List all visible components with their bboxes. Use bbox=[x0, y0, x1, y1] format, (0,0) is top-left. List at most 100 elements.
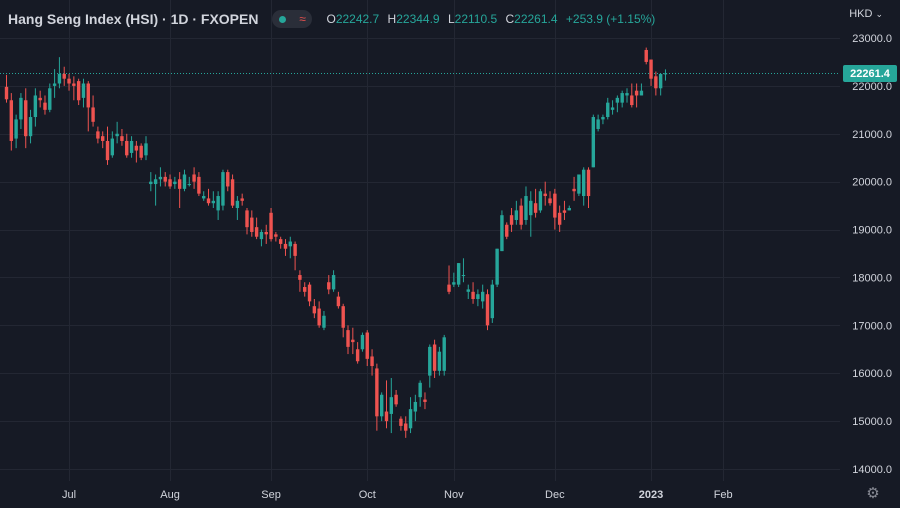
open-value: O22242.7 bbox=[326, 12, 380, 26]
candle bbox=[625, 88, 629, 103]
currency-selector[interactable]: HKD ⌄ bbox=[849, 8, 883, 20]
time-tick-label: Feb bbox=[714, 489, 733, 501]
candle bbox=[437, 346, 442, 376]
candle bbox=[336, 291, 341, 309]
candle bbox=[81, 78, 86, 108]
candle bbox=[596, 114, 600, 132]
candle bbox=[230, 174, 235, 209]
candle bbox=[129, 136, 134, 158]
candle bbox=[110, 131, 115, 158]
last-price-tag: 22261.4 bbox=[843, 65, 897, 82]
candle bbox=[639, 83, 644, 96]
candle bbox=[654, 71, 658, 96]
candle bbox=[620, 90, 624, 108]
candle bbox=[466, 284, 470, 299]
candlestick-chart[interactable]: 14000.0 15000.0 16000.0 17000.0 18000.0 19000… bbox=[0, 0, 900, 508]
candle bbox=[360, 332, 365, 352]
candle bbox=[630, 83, 634, 108]
candle bbox=[553, 188, 557, 230]
candle bbox=[202, 191, 206, 201]
candle bbox=[288, 236, 292, 259]
high-value: H22344.9 bbox=[387, 12, 440, 26]
candle bbox=[235, 196, 240, 220]
price-tick-label: 18000.0 bbox=[852, 272, 892, 284]
candle bbox=[428, 344, 432, 388]
candle bbox=[610, 100, 615, 115]
candle bbox=[187, 176, 191, 187]
candle bbox=[312, 298, 317, 319]
wave-icon: ≈ bbox=[299, 12, 306, 26]
price-tick-label: 22000.0 bbox=[852, 81, 892, 93]
candle bbox=[24, 88, 28, 149]
candle bbox=[52, 69, 57, 98]
close-value: C22261.4 bbox=[505, 12, 558, 26]
candle bbox=[577, 174, 581, 197]
candle bbox=[480, 284, 485, 309]
time-tick-label: 2023 bbox=[639, 489, 663, 501]
candle bbox=[144, 136, 148, 161]
candle bbox=[293, 241, 297, 271]
candle bbox=[524, 186, 528, 225]
candle bbox=[341, 303, 345, 338]
candle bbox=[485, 289, 490, 331]
price-axis: 14000.0 15000.0 16000.0 17000.0 18000.0 19000… bbox=[852, 33, 892, 476]
candle bbox=[283, 239, 288, 256]
candle bbox=[384, 380, 389, 429]
candle bbox=[269, 208, 273, 242]
candle bbox=[548, 191, 552, 206]
candle bbox=[317, 301, 321, 328]
candle bbox=[259, 229, 264, 247]
candle bbox=[307, 282, 312, 307]
time-tick-label: Sep bbox=[261, 489, 281, 501]
candle bbox=[601, 114, 605, 125]
candle bbox=[423, 392, 427, 410]
candle bbox=[533, 188, 538, 218]
indicator-toggle[interactable]: ≈ bbox=[272, 10, 313, 28]
candle bbox=[226, 169, 230, 192]
price-tick-label: 19000.0 bbox=[852, 225, 892, 237]
chevron-down-icon: ⌄ bbox=[875, 8, 883, 19]
candle bbox=[606, 97, 610, 120]
candle bbox=[101, 131, 105, 149]
candle bbox=[394, 389, 398, 407]
candle bbox=[447, 265, 451, 295]
symbol-title[interactable]: Hang Seng Index (HSI) · 1D · FXOPEN bbox=[8, 11, 258, 27]
candle bbox=[177, 172, 182, 209]
candle bbox=[278, 236, 283, 249]
gear-icon[interactable]: ⚙ bbox=[865, 486, 881, 502]
candle bbox=[115, 121, 119, 144]
time-axis: Jul Aug Sep Oct Nov Dec 2023 Feb bbox=[62, 489, 733, 501]
price-tick-label: 23000.0 bbox=[852, 33, 892, 45]
candle bbox=[120, 128, 124, 146]
candle bbox=[514, 200, 519, 225]
grid bbox=[0, 0, 840, 481]
candle bbox=[500, 210, 504, 252]
candle bbox=[567, 205, 571, 211]
candle bbox=[240, 193, 244, 206]
price-tick-label: 21000.0 bbox=[852, 129, 892, 141]
candle bbox=[663, 69, 668, 81]
candle bbox=[538, 188, 543, 213]
candle bbox=[264, 224, 268, 244]
candle bbox=[168, 174, 172, 189]
candle bbox=[413, 394, 418, 422]
candle bbox=[615, 95, 620, 113]
candle bbox=[582, 167, 586, 206]
candle bbox=[529, 191, 533, 237]
candle bbox=[197, 172, 201, 197]
candle bbox=[19, 93, 23, 129]
time-tick-label: Aug bbox=[160, 489, 180, 501]
time-tick-label: Jul bbox=[62, 489, 76, 501]
candle bbox=[442, 334, 446, 376]
candle bbox=[452, 272, 456, 288]
candle bbox=[432, 339, 437, 379]
candle bbox=[91, 95, 95, 127]
candle bbox=[649, 59, 653, 86]
candle bbox=[399, 416, 403, 431]
candle bbox=[158, 167, 163, 187]
candle bbox=[418, 380, 422, 407]
price-tick-label: 20000.0 bbox=[852, 177, 892, 189]
candle bbox=[254, 217, 259, 240]
candle bbox=[105, 126, 110, 165]
candle bbox=[67, 73, 71, 91]
